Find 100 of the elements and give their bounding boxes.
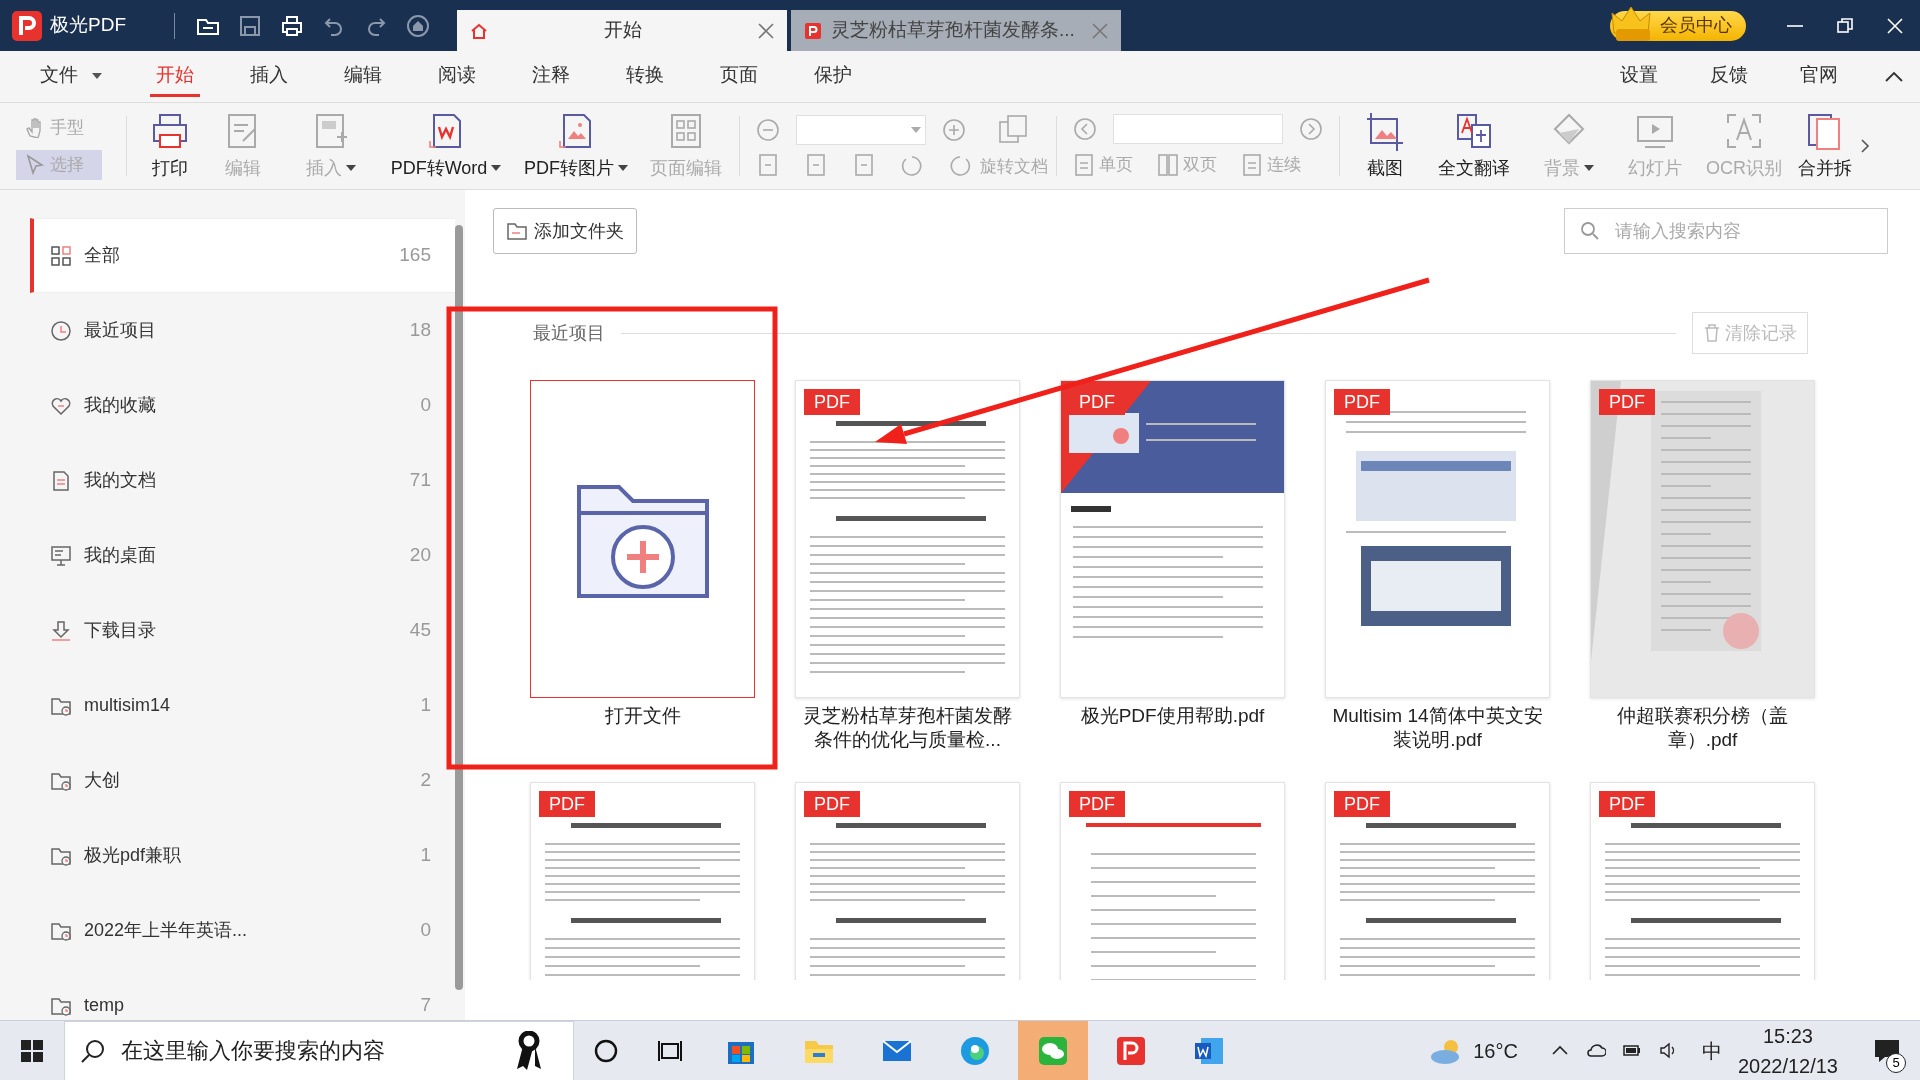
sidebar-item[interactable]: 大创 2 bbox=[30, 743, 455, 818]
file-card[interactable]: PDF bbox=[795, 380, 1020, 698]
pointer-icon bbox=[24, 153, 46, 176]
ribbon-icon bbox=[514, 1030, 544, 1071]
search-field[interactable]: 请输入搜索内容 bbox=[1564, 208, 1888, 254]
menu-tab[interactable]: 页面 bbox=[714, 56, 764, 97]
page-field[interactable] bbox=[1113, 114, 1283, 145]
menu-tab[interactable]: 转换 bbox=[620, 56, 670, 97]
document-icon bbox=[50, 469, 72, 492]
pdf-icon bbox=[803, 20, 823, 41]
file-name[interactable]: 仲超联赛积分榜（盖章）.pdf bbox=[1590, 704, 1815, 752]
open-file-card[interactable] bbox=[530, 380, 755, 698]
item-count: 1 bbox=[420, 843, 431, 868]
collapse-icon[interactable] bbox=[1884, 70, 1904, 83]
caret-icon bbox=[1584, 164, 1594, 172]
search-icon bbox=[80, 1037, 106, 1064]
chat-icon bbox=[1037, 1034, 1069, 1067]
folder-icon bbox=[506, 221, 528, 241]
menu-tab[interactable]: 开始 bbox=[150, 56, 200, 97]
notification-count: 5 bbox=[1886, 1052, 1906, 1073]
double-page-icon bbox=[1157, 153, 1179, 177]
scroll-right-icon[interactable] bbox=[1860, 138, 1870, 154]
home-icon bbox=[405, 12, 431, 39]
sidebar-item[interactable]: multisim14 1 bbox=[30, 668, 455, 743]
file-name[interactable]: 灵芝粉枯草芽孢杆菌发酵条件的优化与质量检... bbox=[795, 704, 1020, 752]
add-folder-button[interactable]: 添加文件夹 bbox=[493, 208, 637, 254]
file-card[interactable]: PDF bbox=[1060, 782, 1285, 980]
item-count: 45 bbox=[409, 618, 431, 643]
trash-icon bbox=[1703, 323, 1721, 343]
pdf-icon bbox=[1115, 1034, 1147, 1067]
menu-tab[interactable]: 阅读 bbox=[432, 56, 482, 97]
sidebar-item[interactable]: 下载目录 45 bbox=[30, 593, 455, 668]
menu-tab[interactable]: 注释 bbox=[526, 56, 576, 97]
scrollbar[interactable] bbox=[455, 225, 463, 990]
zoom-field[interactable] bbox=[796, 115, 926, 145]
taskbar-app[interactable] bbox=[1018, 1020, 1088, 1080]
toolbar-button[interactable]: 合并拆 bbox=[1790, 110, 1860, 182]
item-count: 2 bbox=[420, 768, 431, 793]
caret-icon bbox=[911, 126, 921, 134]
minimize-icon bbox=[1786, 24, 1804, 27]
caret-icon bbox=[618, 164, 628, 172]
toolbar-button[interactable]: PDF转图片 bbox=[511, 110, 641, 182]
menu-link[interactable]: 设置 bbox=[1614, 56, 1664, 97]
clock-icon bbox=[50, 319, 72, 342]
sidebar-item[interactable]: 最近项目 18 bbox=[30, 293, 455, 368]
file-card[interactable]: PDF bbox=[1325, 782, 1550, 980]
clock-time[interactable]: 15:23 bbox=[1762, 1020, 1813, 1051]
item-count: 1 bbox=[420, 693, 431, 718]
file-name[interactable]: Multisim 14简体中英文安装说明.pdf bbox=[1325, 704, 1550, 752]
toolbar-button[interactable]: PDF转Word bbox=[381, 110, 511, 182]
search-icon bbox=[1580, 221, 1600, 241]
file-card[interactable]: PDF bbox=[530, 782, 755, 980]
file-card[interactable]: PDF bbox=[1590, 782, 1815, 980]
pdf-badge: PDF bbox=[1334, 791, 1390, 817]
close-icon bbox=[1885, 15, 1905, 36]
pdf-badge: PDF bbox=[539, 791, 595, 817]
caret-icon bbox=[90, 70, 104, 81]
sidebar-item[interactable]: 全部 165 bbox=[30, 218, 455, 293]
document-tab[interactable]: 开始 bbox=[457, 10, 787, 51]
file-name[interactable]: 打开文件 bbox=[530, 704, 755, 728]
menu-tab[interactable]: 插入 bbox=[244, 56, 294, 97]
sidebar-item[interactable]: 我的桌面 20 bbox=[30, 518, 455, 593]
document-tab[interactable]: 灵芝粉枯草芽孢杆菌发酵条... bbox=[791, 10, 1121, 51]
file-card[interactable]: PDF bbox=[795, 782, 1020, 980]
toolbar-button[interactable]: 截图 bbox=[1348, 110, 1422, 182]
vip-button[interactable]: 会员中心 bbox=[1610, 10, 1746, 41]
toolbar-button[interactable]: 全文翻译 bbox=[1422, 110, 1526, 182]
item-count: 18 bbox=[409, 318, 431, 343]
temperature: 16°C bbox=[1473, 1038, 1518, 1064]
sidebar-item[interactable]: 我的文档 71 bbox=[30, 443, 455, 518]
taskbar-search-field[interactable]: 在这里输入你要搜索的内容 bbox=[64, 1020, 574, 1080]
file-name[interactable]: 极光PDF使用帮助.pdf bbox=[1060, 704, 1285, 728]
file-card[interactable]: PDF bbox=[1590, 380, 1815, 698]
file-card[interactable]: PDF bbox=[1325, 380, 1550, 698]
menu-tab[interactable]: 文件 bbox=[34, 56, 110, 97]
sidebar-item[interactable]: 2022年上半年英语... 0 bbox=[30, 893, 455, 968]
windows-icon bbox=[21, 1039, 43, 1062]
section-title: 最近项目 bbox=[533, 321, 605, 345]
sidebar-item[interactable]: temp 7 bbox=[30, 968, 455, 1020]
menu-link[interactable]: 反馈 bbox=[1704, 56, 1754, 97]
clock-date[interactable]: 2022/12/13 bbox=[1737, 1050, 1838, 1080]
item-count: 165 bbox=[399, 243, 431, 268]
download-icon bbox=[50, 619, 72, 642]
input-method[interactable]: 中 bbox=[1701, 1035, 1722, 1066]
pdf-badge: PDF bbox=[1069, 791, 1125, 817]
screenshot-icon bbox=[1365, 110, 1405, 151]
item-count: 71 bbox=[409, 468, 431, 493]
notification-button[interactable]: 5 bbox=[1862, 1020, 1912, 1080]
menu-tab[interactable]: 编辑 bbox=[338, 56, 388, 97]
grid-icon bbox=[50, 244, 72, 267]
app-logo-icon bbox=[12, 10, 42, 41]
sidebar-item[interactable]: 极光pdf兼职 1 bbox=[30, 818, 455, 893]
item-count: 0 bbox=[420, 918, 431, 943]
sidebar-item[interactable]: 我的收藏 0 bbox=[30, 368, 455, 443]
close-icon bbox=[1091, 21, 1109, 40]
file-card[interactable]: PDF bbox=[1060, 380, 1285, 698]
menu-tab[interactable]: 保护 bbox=[808, 56, 858, 97]
menu-link[interactable]: 官网 bbox=[1794, 56, 1844, 97]
pdf-badge: PDF bbox=[804, 389, 860, 415]
toolbar-button[interactable]: 打印 bbox=[135, 110, 205, 182]
